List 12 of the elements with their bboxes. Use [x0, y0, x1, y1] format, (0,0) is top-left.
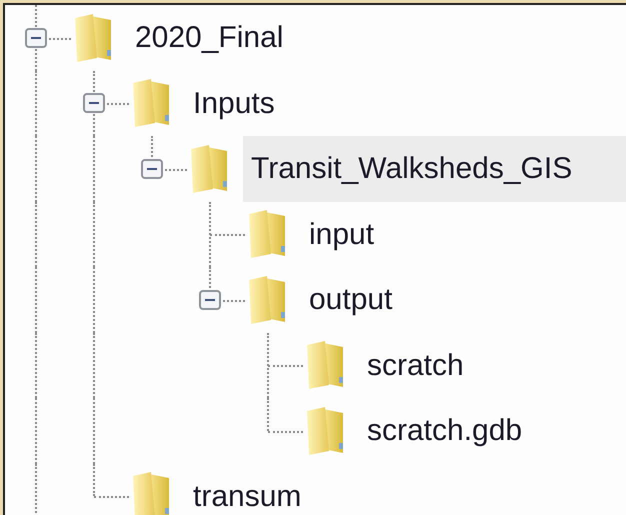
collapse-toggle[interactable] — [83, 93, 105, 114]
folder-label[interactable]: scratch.gdb — [359, 398, 626, 464]
folder-label[interactable]: 2020_Final — [127, 5, 626, 70]
folder-label[interactable]: scratch — [359, 332, 626, 398]
folder-label[interactable]: output — [301, 267, 626, 332]
collapse-toggle[interactable] — [141, 158, 163, 179]
folder-label[interactable]: Inputs — [185, 70, 626, 136]
collapse-toggle[interactable] — [25, 28, 47, 48]
folder-label[interactable]: Transit_Walksheds_GIS — [243, 136, 626, 202]
folder-label[interactable]: transum — [185, 464, 626, 515]
collapse-toggle[interactable] — [199, 290, 221, 310]
folder-label[interactable]: input — [301, 202, 626, 267]
